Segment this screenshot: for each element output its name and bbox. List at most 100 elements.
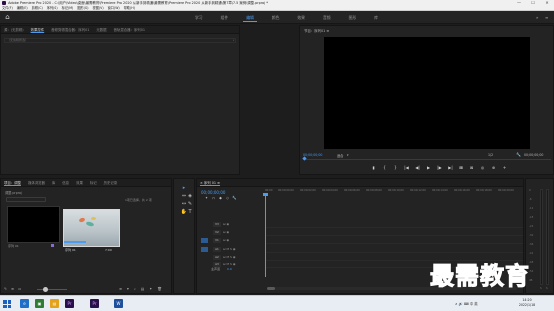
workspace-more-button[interactable]: » <box>536 11 538 24</box>
track-name[interactable]: A1 <box>213 247 221 252</box>
chevron-down-icon[interactable]: ▾ <box>347 153 349 157</box>
menu-window[interactable]: 窗口(W) <box>108 6 120 10</box>
track-target-toggle[interactable] <box>201 238 208 243</box>
solo-left-button[interactable]: S <box>540 287 542 290</box>
list-view-icon[interactable]: ≡ <box>11 287 14 292</box>
workspace-tab-audio[interactable]: 音频 <box>314 11 340 24</box>
fit-dropdown[interactable]: 适合 <box>337 153 343 158</box>
ripple-edit-tool-icon[interactable]: ◈ <box>186 193 194 200</box>
track-name[interactable]: V3 <box>213 222 221 227</box>
extract-icon[interactable]: ⊟ <box>455 165 466 171</box>
menu-graphics[interactable]: 图形(G) <box>77 6 88 10</box>
add-marker-icon[interactable]: ◇ <box>224 196 231 200</box>
file-explorer-icon[interactable]: ▤ <box>50 299 59 308</box>
menu-sequence[interactable]: 序列(S) <box>47 6 58 10</box>
windows-start-icon[interactable] <box>3 300 11 308</box>
track-target-toggle[interactable] <box>201 262 208 267</box>
menu-markers[interactable]: 标记(M) <box>62 6 74 10</box>
track-name[interactable]: A2 <box>213 255 221 260</box>
track-row-v1[interactable] <box>265 237 523 244</box>
workspace-tab-graphics[interactable]: 图形 <box>340 11 366 24</box>
track-row-a2[interactable] <box>265 254 523 261</box>
tab-libraries[interactable]: 库 <box>52 180 55 185</box>
workspace-tab-effects[interactable]: 效果 <box>288 11 314 24</box>
home-icon[interactable]: ⌂ <box>4 14 11 21</box>
track-target-toggle[interactable] <box>201 247 208 252</box>
sort-icon[interactable]: ≡ <box>119 287 122 292</box>
tab-effects[interactable]: 效果 <box>76 180 83 185</box>
thumbnail-zoom-knob[interactable] <box>43 287 48 292</box>
icon-view-icon[interactable]: ▭ <box>18 287 21 292</box>
thumbnail-zoom-slider[interactable] <box>37 289 67 290</box>
timeline-ruler[interactable]: 00;00 00;00;00;00 00;00;02;00 00;00;04;0… <box>265 189 523 195</box>
step-back-icon[interactable]: ◀| <box>412 165 423 171</box>
chevron-right-icon[interactable]: › <box>233 39 234 42</box>
tab-audio-track-mixer[interactable]: 音轨混合器：序列01 <box>114 27 145 32</box>
track-controls[interactable]: ⊟ M S ◉ <box>223 255 236 260</box>
trash-icon[interactable]: 🗑 <box>157 287 162 292</box>
export-frame-icon[interactable]: ⊠ <box>466 165 477 171</box>
track-target-toggle[interactable] <box>201 222 208 227</box>
workspace-tab-color[interactable]: 颜色 <box>263 11 289 24</box>
compare-view-icon[interactable]: ◎ <box>477 165 488 171</box>
tab-sequence-01[interactable]: × 序列 01 ≡ <box>200 180 220 185</box>
workspace-tab-learning[interactable]: 学习 <box>186 11 212 24</box>
find-icon[interactable]: ⌕ <box>134 287 136 292</box>
workspace-menu-icon[interactable]: ≡ <box>545 11 548 24</box>
track-controls[interactable]: ⊟ ◉ <box>223 238 229 243</box>
menu-edit[interactable]: 编辑(E) <box>17 6 28 10</box>
track-controls[interactable]: ⊟ ◉ <box>223 222 229 227</box>
workspace-tab-editing[interactable]: 编辑 <box>237 11 263 24</box>
workspace-tab-libraries[interactable]: 库 <box>365 11 387 24</box>
program-time-ruler[interactable] <box>303 159 551 162</box>
project-search-input[interactable] <box>6 197 46 202</box>
button-editor-icon[interactable]: + <box>499 165 510 171</box>
step-forward-icon[interactable]: |▶ <box>434 165 445 171</box>
taskbar-clock[interactable]: 14:20 2022/1/18 <box>512 298 542 308</box>
green-app-icon[interactable]: ▣ <box>35 299 44 308</box>
wrench-icon[interactable]: 🔧 <box>516 152 521 157</box>
tab-metadata[interactable]: 元数据 <box>96 27 106 32</box>
premiere-icon[interactable]: Pr <box>90 299 99 308</box>
menu-file[interactable]: 文件(F) <box>2 6 13 10</box>
track-row-v3[interactable] <box>265 221 523 228</box>
tab-info[interactable]: 信息 <box>62 180 69 185</box>
track-controls[interactable]: ⊟ M S ◉ <box>223 247 236 252</box>
tab-effect-controls[interactable]: 效果控件 <box>31 27 45 32</box>
snap-icon[interactable]: ∩ <box>210 196 217 200</box>
track-controls[interactable]: ⊟ ◉ <box>223 230 229 235</box>
project-item-thumbnail-selected[interactable] <box>63 209 120 247</box>
program-playhead-timecode[interactable]: 00;00;00;00 <box>303 153 322 157</box>
system-tray[interactable]: ∧ 🔊 ⌨ 中 英 <box>455 301 478 306</box>
mark-in-icon[interactable]: { <box>379 165 390 171</box>
type-tool-icon[interactable]: T <box>186 209 194 216</box>
track-row-a1[interactable] <box>265 246 523 253</box>
edge-icon[interactable]: e <box>20 299 29 308</box>
go-to-in-icon[interactable]: |◀ <box>401 165 412 171</box>
mark-out-icon[interactable]: } <box>390 165 401 171</box>
track-name[interactable]: V2 <box>213 230 221 235</box>
vr-video-icon[interactable]: ⊕ <box>488 165 499 171</box>
chevron-down-icon[interactable]: ▾ <box>127 287 129 292</box>
wrench-icon[interactable]: 🔧 <box>231 196 238 200</box>
pen-tool-icon[interactable]: ✎ <box>186 201 194 208</box>
tab-markers[interactable]: 标记 <box>90 180 97 185</box>
resolution-dropdown[interactable]: 1/2 <box>488 153 493 157</box>
tab-media-browser[interactable]: 媒体浏览器 <box>28 180 45 185</box>
selection-tool-icon[interactable]: ▸ <box>180 185 188 192</box>
new-item-icon[interactable]: ✦ <box>149 287 152 292</box>
timeline-playhead[interactable] <box>265 193 266 277</box>
nest-icon[interactable]: ✦ <box>203 196 210 200</box>
word-icon[interactable]: W <box>114 299 123 308</box>
project-item-thumbnail[interactable] <box>7 206 60 243</box>
menu-clip[interactable]: 剪辑(C) <box>32 6 43 10</box>
menu-help[interactable]: 帮助(H) <box>124 6 135 10</box>
program-monitor-title[interactable]: 节目：序列01 ≡ <box>304 28 329 33</box>
master-volume-value[interactable]: 0.0 <box>227 267 232 271</box>
tab-audio-clip-mixer[interactable]: 音频剪辑混合器：序列01 <box>51 27 89 32</box>
tab-project[interactable]: 项目：调整 <box>4 180 21 185</box>
timeline-playhead-timecode[interactable]: 00;00;00;00 <box>201 190 225 195</box>
track-name[interactable]: V1 <box>213 238 221 243</box>
track-target-toggle[interactable] <box>201 255 208 260</box>
workspace-tab-assembly[interactable]: 组件 <box>212 11 238 24</box>
